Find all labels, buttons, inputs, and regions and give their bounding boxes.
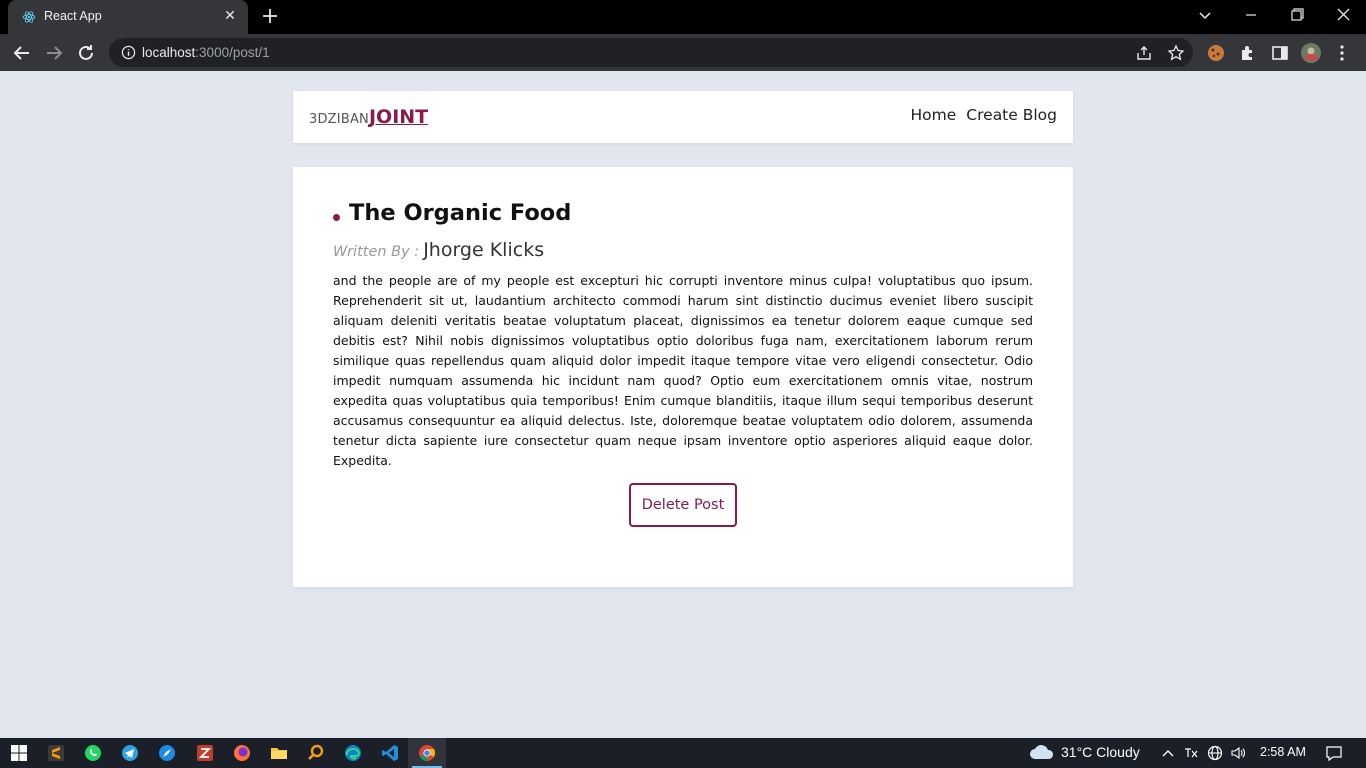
notification-center-icon[interactable]	[1325, 744, 1343, 762]
edge-icon[interactable]	[343, 743, 363, 763]
site-logo[interactable]: 3DZIBANJOINT	[309, 106, 428, 128]
tab-title: React App	[44, 9, 102, 23]
site-info-icon[interactable]	[121, 45, 136, 60]
restore-icon[interactable]	[1284, 4, 1310, 26]
firefox-icon[interactable]	[232, 743, 252, 763]
forward-arrow-icon[interactable]	[42, 41, 66, 65]
brand-prefix: 3DZIBAN	[309, 112, 369, 127]
search-tool-icon[interactable]	[306, 743, 326, 763]
nav-links: Home Create Blog	[911, 106, 1057, 124]
post-title-row: The Organic Food	[333, 200, 571, 226]
input-method-icon[interactable]	[1183, 745, 1199, 761]
browser-toolbar: localhost:3000/post/1	[0, 34, 1366, 71]
post-card: The Organic Food Written By : Jhorge Kli…	[293, 167, 1073, 587]
post-author: Jhorge Klicks	[423, 239, 545, 261]
network-globe-icon[interactable]	[1207, 745, 1223, 761]
delete-post-button[interactable]: Delete Post	[629, 483, 737, 527]
post-author-row: Written By : Jhorge Klicks	[333, 239, 544, 261]
browser-tab[interactable]: React App ✕	[8, 0, 248, 34]
bookmark-star-icon[interactable]	[1167, 44, 1185, 62]
chrome-icon[interactable]	[417, 743, 437, 763]
vscode-icon[interactable]	[380, 743, 400, 763]
windows-taskbar: 31°C Cloudy 2:58 AM	[0, 738, 1366, 768]
close-window-icon[interactable]	[1330, 4, 1356, 26]
url-path: :3000/post/1	[195, 45, 270, 60]
address-bar[interactable]: localhost:3000/post/1	[109, 38, 1193, 67]
weather-widget[interactable]: 31°C Cloudy	[1029, 743, 1140, 761]
whatsapp-icon[interactable]	[83, 743, 103, 763]
cookie-extension-icon[interactable]	[1206, 43, 1226, 63]
brand-name: JOINT	[368, 106, 429, 128]
url-host: localhost	[142, 45, 196, 60]
share-icon[interactable]	[1135, 44, 1153, 62]
volume-icon[interactable]	[1230, 745, 1246, 761]
page-viewport: 3DZIBANJOINT Home Create Blog The Organi…	[0, 71, 1366, 738]
tab-close-icon[interactable]: ✕	[222, 8, 238, 24]
url-text[interactable]: localhost:3000/post/1	[142, 45, 270, 60]
filezilla-icon[interactable]	[195, 743, 215, 763]
site-navbar: 3DZIBANJOINT Home Create Blog	[293, 91, 1073, 143]
chevron-up-icon[interactable]	[1160, 745, 1176, 761]
post-title: The Organic Food	[349, 200, 572, 226]
new-tab-icon[interactable]	[260, 6, 280, 26]
file-explorer-icon[interactable]	[269, 743, 289, 763]
nav-link-home[interactable]: Home	[911, 106, 957, 124]
back-arrow-icon[interactable]	[10, 41, 34, 65]
reload-icon[interactable]	[74, 41, 98, 65]
browser-menu-icon[interactable]	[1332, 43, 1352, 63]
side-panel-icon[interactable]	[1270, 43, 1290, 63]
browser-tab-bar: React App ✕	[0, 0, 1366, 34]
cloud-icon	[1030, 745, 1054, 759]
sublime-text-icon[interactable]	[46, 743, 66, 763]
puzzle-extensions-icon[interactable]	[1238, 43, 1258, 63]
weather-text: 31°C Cloudy	[1061, 744, 1140, 760]
telegram-icon[interactable]	[120, 743, 140, 763]
minimize-icon[interactable]	[1238, 4, 1264, 26]
nav-link-create-blog[interactable]: Create Blog	[966, 106, 1057, 124]
react-logo-icon	[22, 11, 36, 23]
compass-app-icon[interactable]	[157, 743, 177, 763]
written-by-label: Written By :	[333, 244, 420, 260]
tab-search-icon[interactable]	[1192, 4, 1218, 26]
post-body: and the people are of my people est exce…	[333, 273, 1033, 468]
windows-start-icon[interactable]	[9, 743, 29, 763]
profile-avatar-icon[interactable]	[1301, 43, 1321, 63]
title-bullet-icon	[333, 213, 340, 221]
clock-time[interactable]: 2:58 AM	[1260, 745, 1306, 759]
